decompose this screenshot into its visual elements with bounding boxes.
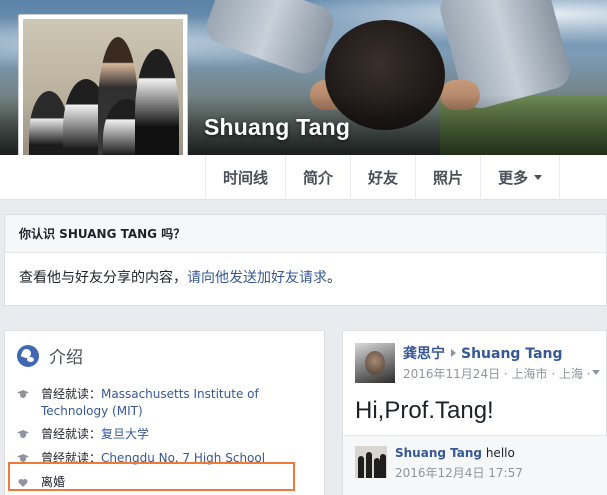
comment-date[interactable]: 2016年12月4日 17:57	[395, 464, 523, 481]
post-meta[interactable]: 2016年11月24日 · 上海市 · 上海 ·	[403, 365, 591, 382]
intro-item-label: 曾经就读：	[41, 387, 102, 401]
chevron-down-icon[interactable]	[592, 370, 600, 375]
post-author-link[interactable]: 龚思宁	[403, 346, 445, 362]
triangle-right-icon	[451, 349, 456, 357]
intro-title-text: 介绍	[49, 348, 83, 368]
tab-timeline[interactable]: 时间线	[205, 155, 285, 200]
do-you-know-text: 查看他与好友分享的内容，	[19, 270, 187, 286]
post-header: 龚思宁 Shuang Tang	[403, 343, 563, 363]
do-you-know-card: 你认识 SHUANG TANG 吗？ 查看他与好友分享的内容，请向他发送加好友请…	[4, 214, 607, 306]
highlight-box	[8, 462, 295, 491]
comment-author-link[interactable]: Shuang Tang	[395, 446, 482, 460]
post-target-link[interactable]: Shuang Tang	[461, 346, 563, 362]
do-you-know-header: 你认识 SHUANG TANG 吗？	[5, 215, 606, 253]
tab-photos[interactable]: 照片	[415, 155, 480, 200]
profile-name[interactable]: Shuang Tang	[204, 114, 350, 141]
chevron-down-icon	[534, 175, 543, 180]
tab-friends[interactable]: 好友	[350, 155, 415, 200]
intro-item-label: 曾经就读：	[41, 427, 102, 441]
intro-title: 介绍	[17, 343, 83, 368]
timeline-post: 龚思宁 Shuang Tang 2016年11月24日 · 上海市 · 上海 · …	[342, 330, 607, 495]
comment-line: Shuang Tang hello	[395, 446, 515, 460]
comment-text: hello	[482, 446, 515, 460]
school-link[interactable]: 复旦大学	[101, 427, 149, 441]
send-friend-request-link[interactable]: 请向他发送加好友请求	[187, 270, 327, 286]
tabs: 时间线 简介 好友 照片 更多	[205, 155, 561, 200]
post-text: Hi,Prof.Tang!	[355, 397, 494, 424]
graduation-cap-icon	[17, 430, 29, 439]
comment-author-avatar[interactable]	[355, 446, 387, 478]
profile-tab-bar: 时间线 简介 好友 照片 更多	[0, 155, 607, 200]
graduation-cap-icon	[17, 390, 29, 399]
post-author-avatar[interactable]	[355, 343, 395, 383]
comment-section: Shuang Tang hello 2016年12月4日 17:57	[343, 436, 607, 495]
tab-about[interactable]: 简介	[285, 155, 350, 200]
avatar-photo	[23, 19, 183, 177]
do-you-know-body: 查看他与好友分享的内容，请向他发送加好友请求。	[5, 253, 606, 301]
tab-more[interactable]: 更多	[480, 155, 561, 200]
globe-icon	[17, 344, 39, 367]
do-you-know-suffix: 。	[327, 270, 341, 286]
